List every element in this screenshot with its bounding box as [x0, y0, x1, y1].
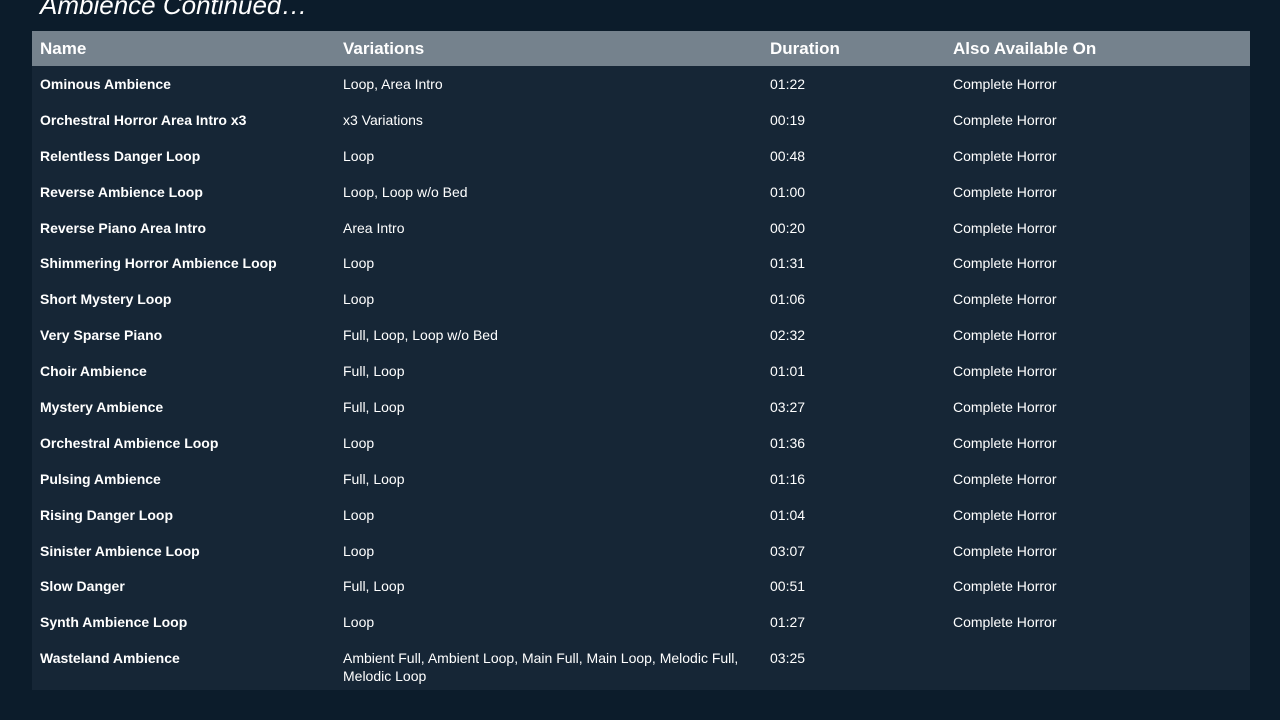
column-header-name[interactable]: Name	[40, 31, 86, 66]
table-row[interactable]: Pulsing Ambience Full, Loop 01:16 Complete …	[32, 461, 1250, 497]
track-variations: Loop, Area Intro	[343, 76, 443, 92]
track-also-available: Complete Horror	[953, 327, 1057, 344]
track-variations: x3 Variations	[343, 111, 423, 128]
track-duration: 01:01	[770, 363, 806, 380]
track-variations: Full, Loop, Loop w/o Bed	[343, 327, 498, 344]
track-also-available: Complete Horror	[953, 147, 1057, 164]
track-also-available: Complete Horror	[953, 434, 1057, 451]
track-duration: 02:32	[770, 327, 806, 344]
track-duration: 01:06	[770, 291, 806, 308]
column-header-also-available[interactable]: Also Available On	[953, 31, 1096, 66]
track-name: Sinister Ambience Loop	[40, 542, 200, 559]
track-name: Slow Danger	[40, 578, 125, 595]
track-also-available: Complete Horror	[953, 542, 1057, 559]
page-title: Ambience Continued…	[40, 0, 308, 20]
track-duration: 03:27	[770, 399, 806, 416]
column-header-duration[interactable]: Duration	[770, 31, 840, 66]
track-also-available: Complete Horror	[953, 76, 1057, 92]
track-name: Short Mystery Loop	[40, 291, 172, 308]
track-also-available: Complete Horror	[953, 183, 1057, 200]
track-variations: Loop	[343, 542, 375, 559]
track-duration: 01:27	[770, 614, 806, 631]
track-also-available: Complete Horror	[953, 219, 1057, 236]
track-variations: Full, Loop	[343, 470, 405, 487]
table-row[interactable]: Reverse Piano Area Intro Area Intro 00:20 C…	[32, 210, 1250, 246]
track-also-available: Complete Horror	[953, 363, 1057, 380]
track-variations: Loop	[343, 506, 375, 523]
track-also-available: Complete Horror	[953, 578, 1057, 595]
track-variations: Loop	[343, 255, 375, 272]
track-name: Synth Ambience Loop	[40, 614, 188, 631]
track-name: Reverse Ambience Loop	[40, 183, 203, 200]
table-row[interactable]: Reverse Ambience Loop Loop, Loop w/o Bed 0…	[32, 174, 1250, 210]
track-variations: Full, Loop	[343, 399, 405, 416]
track-name: Ominous Ambience	[40, 76, 171, 92]
table-row[interactable]: Choir Ambience Full, Loop 01:01 Complete Ho…	[32, 353, 1250, 389]
track-variations: Loop	[343, 614, 375, 631]
track-name: Reverse Piano Area Intro	[40, 219, 206, 236]
track-duration: 01:04	[770, 506, 806, 523]
track-duration: 00:20	[770, 219, 806, 236]
track-name: Relentless Danger Loop	[40, 147, 201, 164]
track-duration: 00:19	[770, 111, 806, 128]
table-row[interactable]: Slow Danger Full, Loop 00:51 Complete Horro…	[32, 568, 1250, 604]
table-row[interactable]: Shimmering Horror Ambience Loop Loop 01:31…	[32, 245, 1250, 281]
tracks-table: Name Variations Duration Also Available …	[32, 31, 1250, 690]
track-also-available: Complete Horror	[953, 255, 1057, 272]
track-variations: Full, Loop	[343, 578, 405, 595]
table-header: Name Variations Duration Also Available …	[32, 31, 1250, 66]
table-row[interactable]: Relentless Danger Loop Loop 00:48 Complete …	[32, 138, 1250, 174]
track-name: Orchestral Ambience Loop	[40, 434, 219, 451]
track-also-available: Complete Horror	[953, 614, 1057, 631]
track-duration: 03:07	[770, 542, 806, 559]
track-name: Wasteland Ambience	[40, 650, 180, 667]
table-body: Ominous Ambience Loop, Area Intro 01:22 Com…	[32, 66, 1250, 684]
track-duration: 01:00	[770, 183, 806, 200]
track-duration: 00:51	[770, 578, 806, 595]
track-variations: Loop, Loop w/o Bed	[343, 183, 468, 200]
column-header-variations[interactable]: Variations	[343, 31, 424, 66]
track-variations: Area Intro	[343, 219, 405, 236]
track-duration: 00:48	[770, 147, 806, 164]
table-row[interactable]: Rising Danger Loop Loop 01:04 Complete Horr…	[32, 497, 1250, 533]
table-row[interactable]: Mystery Ambience Full, Loop 03:27 Complete …	[32, 389, 1250, 425]
track-also-available: Complete Horror	[953, 111, 1057, 128]
track-name: Very Sparse Piano	[40, 327, 163, 344]
track-name: Choir Ambience	[40, 363, 147, 380]
table-row[interactable]: Sinister Ambience Loop Loop 03:07 Complete …	[32, 533, 1250, 569]
track-name: Shimmering Horror Ambience Loop	[40, 255, 277, 272]
track-variations: Full, Loop	[343, 363, 405, 380]
track-also-available: Complete Horror	[953, 399, 1057, 416]
track-variations: Loop	[343, 434, 375, 451]
track-name: Orchestral Horror Area Intro x3	[40, 111, 247, 128]
track-name: Pulsing Ambience	[40, 470, 161, 487]
table-row[interactable]: Short Mystery Loop Loop 01:06 Complete Horr…	[32, 281, 1250, 317]
track-variations: Loop	[343, 291, 375, 308]
track-variations: Ambient Full, Ambient Loop, Main Full, M…	[343, 650, 739, 685]
track-name: Rising Danger Loop	[40, 506, 173, 523]
track-name: Mystery Ambience	[40, 399, 164, 416]
table-row[interactable]: Very Sparse Piano Full, Loop, Loop w/o Be…	[32, 317, 1250, 353]
track-duration: 01:31	[770, 255, 806, 272]
track-duration: 01:36	[770, 434, 806, 451]
table-row[interactable]: Orchestral Ambience Loop Loop 01:36 Complet…	[32, 425, 1250, 461]
table-row[interactable]: Ominous Ambience Loop, Area Intro 01:22 Com…	[32, 66, 1250, 102]
track-duration: 01:16	[770, 470, 806, 487]
track-also-available: Complete Horror	[953, 506, 1057, 523]
table-row[interactable]: Orchestral Horror Area Intro x3 x3 Variat…	[32, 102, 1250, 138]
track-duration: 01:22	[770, 76, 806, 92]
table-row[interactable]: Wasteland Ambience Ambient Full, Ambient …	[32, 640, 1250, 684]
track-also-available: Complete Horror	[953, 291, 1057, 308]
track-variations: Loop	[343, 147, 375, 164]
track-also-available: Complete Horror	[953, 470, 1057, 487]
track-duration: 03:25	[770, 650, 806, 667]
table-row[interactable]: Synth Ambience Loop Loop 01:27 Complete Hor…	[32, 604, 1250, 640]
